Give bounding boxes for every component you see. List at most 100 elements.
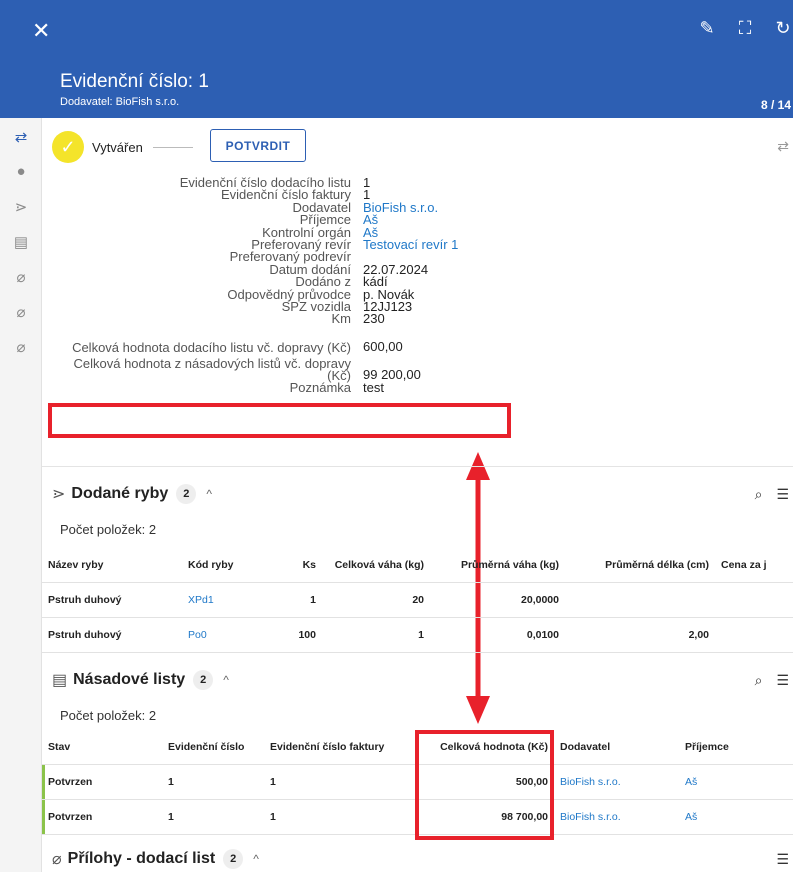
list-icon[interactable]: ☰ [776,672,789,689]
edit-icon[interactable]: ✎ [697,18,717,39]
list-icon[interactable]: ☰ [776,851,789,868]
record-pager: 8 / 14 [760,98,791,112]
table-cell: 1 [262,582,322,618]
column-header[interactable]: Název ryby [42,548,182,583]
header-toolbar: ✎ ⛶ ↻ [697,18,793,39]
column-header-label: Celková váha (kg) [334,558,424,571]
chevron-up-icon[interactable]: ^ [253,852,259,866]
table-cell: 1 [264,799,414,835]
attachment-icon[interactable]: ⌀ [11,268,31,288]
workflow-icon[interactable]: ⇄ [11,128,31,148]
table-cell[interactable]: BioFish s.r.o. [554,799,679,835]
table-cell: Pstruh duhový [42,617,182,653]
check-icon: ✓ [52,131,84,163]
column-header-label: Příjemce [685,740,729,753]
item-count: Počet položek: 2 [60,708,157,723]
attachment-icon[interactable]: ⌀ [11,303,31,323]
attachment-icon[interactable]: ⌀ [11,338,31,358]
column-header[interactable]: Cena za j [715,548,793,583]
column-header-label: Kód ryby [188,558,234,571]
fish-icon: ⋗ [52,486,66,503]
search-icon[interactable]: ⌕ [755,672,763,689]
fullscreen-icon[interactable]: ⛶ [735,18,755,39]
table-cell: Potvrzen [42,764,162,800]
table-cell[interactable]: XPd1 [182,582,262,618]
attachment-icon: ⌀ [52,851,62,868]
confirm-button[interactable]: POTVRDIT [210,129,306,162]
table-cell[interactable]: BioFish s.r.o. [554,764,679,800]
table-cell [715,582,793,618]
column-header[interactable]: Průměrná délka (cm) [565,548,715,583]
table-row[interactable]: Pstruh duhový Po0 100 1 0,0100 2,00 [42,617,793,653]
table-cell[interactable]: Po0 [182,617,262,653]
attachments-section-tools: ☰ [776,851,789,868]
detail-label: Poznámka [289,379,351,395]
workflow-diagram-icon[interactable]: ⇄ [777,138,789,155]
document-fish-icon[interactable]: ▤ [11,233,31,253]
detail-value: test [363,379,384,395]
column-header-label: Název ryby [48,558,104,571]
table-cell[interactable]: Aš [679,764,793,800]
detail-label: SPZ vozidla [281,299,351,315]
table-cell: 1 [162,764,264,800]
detail-label: Km [331,311,352,327]
table-cell [565,582,715,618]
table-cell: 1 [322,617,430,653]
table-row[interactable]: Pstruh duhový XPd1 1 20 20,0000 [42,582,793,618]
stocking-section-tools: ⌕ ☰ [755,672,789,689]
info-icon[interactable]: ● [11,163,31,183]
workflow-status: ✓ Vytvářen [52,129,193,165]
table-cell: 20,0000 [430,582,565,618]
highlight-box-values [415,730,554,840]
table-cell: 2,00 [565,617,715,653]
close-icon[interactable]: ✕ [32,18,50,44]
fish-section-header[interactable]: ⋗ Dodané ryby 2 ^ [52,484,212,504]
count-badge: 2 [193,670,214,690]
stocking-section-header[interactable]: ▤ Násadové listy 2 ^ [52,670,229,690]
column-header[interactable]: Průměrná váha (kg) [430,548,565,583]
table-cell: 1 [162,799,264,835]
column-header[interactable]: Kód ryby [182,548,262,583]
detail-label: Celková hodnota dodacího listu vč. dopra… [72,339,351,355]
column-header[interactable]: Ks [262,548,322,583]
detail-value[interactable]: Testovací revír 1 [363,238,458,251]
column-header[interactable]: Dodavatel [554,730,679,765]
section-divider [42,466,793,467]
fish-icon[interactable]: ⋗ [11,198,31,218]
section-title: Násadové listy [73,671,186,688]
column-header[interactable]: Stav [42,730,162,765]
detail-fields: Evidenční číslo dodacího listu 1 Evidenční… [50,176,490,395]
list-icon[interactable]: ☰ [776,486,789,503]
detail-value: 230 [363,311,385,327]
column-header-label: Ks [302,558,316,571]
table-cell: Pstruh duhový [42,582,182,618]
search-icon[interactable]: ⌕ [755,486,763,503]
detail-label: Celková hodnota z násadových listů vč. d… [73,355,352,383]
refresh-icon[interactable]: ↻ [773,18,793,39]
page-title: Evidenční číslo: 1 [60,71,209,92]
column-header[interactable]: Příjemce [679,730,793,765]
column-header-label: Stav [48,740,71,753]
section-nav-rail: ⇄ ● ⋗ ▤ ⌀ ⌀ ⌀ [0,118,42,872]
table-cell [715,617,793,653]
detail-row: Celková hodnota dodacího listu vč. dopra… [50,326,490,354]
table-cell: 0,0100 [430,617,565,653]
detail-row: Odpovědný průvodce p. Novák [50,287,490,301]
chevron-up-icon[interactable]: ^ [206,487,212,501]
count-badge: 2 [176,484,197,504]
fish-table: Název ryby Kód ryby Ks Celková váha (kg) Prů… [42,548,793,653]
table-cell: 20 [322,582,430,618]
table-cell[interactable]: Aš [679,799,793,835]
status-label: Vytvářen [92,139,143,155]
column-header[interactable]: Evidenční číslo faktury [264,730,414,765]
status-connector [152,146,193,148]
column-header-label: Cena za j [721,558,767,571]
section-title: Dodané ryby [71,485,169,502]
column-header-label: Evidenční číslo [168,740,245,753]
attachments-section-header[interactable]: ⌀ Přílohy - dodací list 2 ^ [52,849,259,869]
column-header[interactable]: Evidenční číslo [162,730,264,765]
column-header[interactable]: Celková váha (kg) [322,548,430,583]
chevron-up-icon[interactable]: ^ [223,673,229,687]
detail-row: Km 230 [50,311,490,327]
table-cell: 1 [264,764,414,800]
